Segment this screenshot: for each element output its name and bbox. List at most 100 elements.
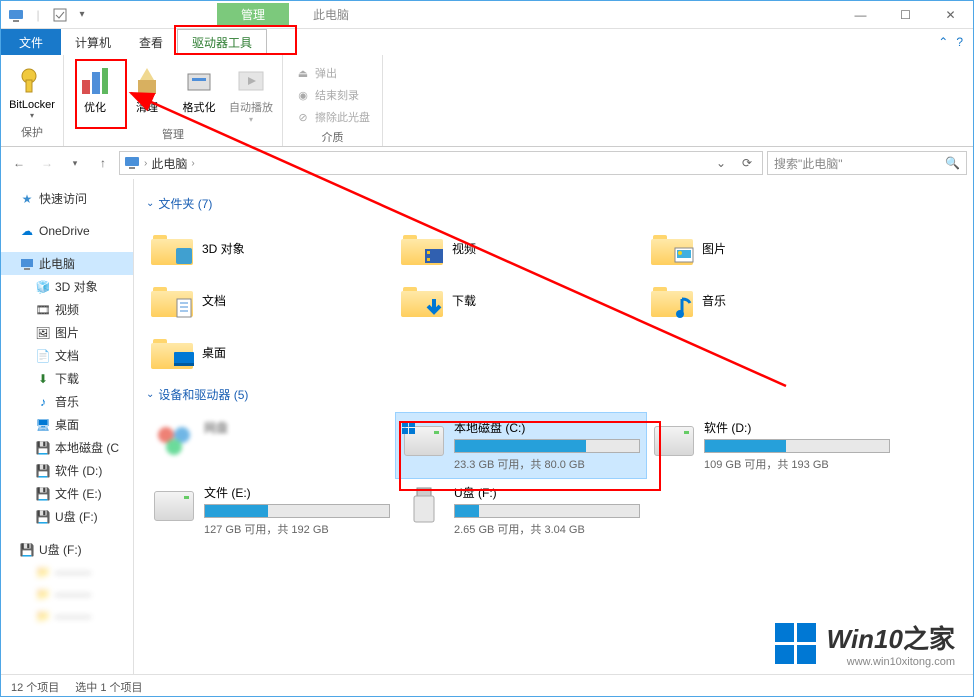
folder-icon	[650, 278, 694, 322]
folder-downloads[interactable]: 下载	[396, 274, 646, 326]
nav-item-blur3[interactable]: 📁———	[1, 605, 133, 627]
tab-computer[interactable]: 计算机	[61, 29, 125, 55]
cube-icon: 🧊	[35, 279, 51, 295]
drive-status: 2.65 GB 可用，共 3.04 GB	[454, 521, 640, 537]
ribbon-help2-icon[interactable]: ?	[956, 35, 963, 49]
folder-desktop[interactable]: 桌面	[146, 326, 396, 378]
music-icon: ♪	[35, 394, 51, 410]
nav-quick-access[interactable]: ★快速访问	[1, 187, 133, 210]
drive-icon	[402, 419, 446, 463]
address-dropdown[interactable]: ⌄	[710, 156, 732, 170]
autoplay-button[interactable]: 自动播放 ▾	[228, 59, 274, 124]
nav-item-blur1[interactable]: 📁———	[1, 561, 133, 583]
ribbon-help-icon[interactable]: ⌃	[938, 35, 948, 49]
nav-music[interactable]: ♪音乐	[1, 390, 133, 413]
bitlocker-button[interactable]: BitLocker ▾	[9, 59, 55, 120]
ribbon-tabs: 文件 计算机 查看 驱动器工具 ⌃ ?	[1, 29, 973, 55]
address-box[interactable]: › 此电脑 › ⌄ ⟳	[119, 151, 763, 175]
folder-icon	[400, 226, 444, 270]
folder-icon	[150, 278, 194, 322]
tab-view[interactable]: 查看	[125, 29, 177, 55]
picture-icon: 🖼	[35, 325, 51, 341]
eject-button[interactable]: ⏏弹出	[291, 63, 374, 83]
forward-button[interactable]: →	[35, 151, 59, 175]
cleanup-label: 清理	[136, 99, 158, 115]
ribbon-body: BitLocker ▾ 保护 优化 清理 格式化 自动播放 ▾	[1, 55, 973, 147]
nav-3d-objects[interactable]: 🧊3D 对象	[1, 275, 133, 298]
nav-ddrive[interactable]: 💾软件 (D:)	[1, 459, 133, 482]
nav-label: 本地磁盘 (C	[55, 439, 119, 456]
format-button[interactable]: 格式化	[176, 59, 222, 115]
drive-d[interactable]: 软件 (D:) 109 GB 可用，共 193 GB	[646, 413, 896, 478]
ribbon-group-media: ⏏弹出 ◉结束刻录 ⊘擦除此光盘 介质	[283, 55, 383, 146]
nav-videos[interactable]: 🎞视频	[1, 298, 133, 321]
up-button[interactable]: ↑	[91, 151, 115, 175]
optimize-button[interactable]: 优化	[72, 59, 118, 115]
drive-usage-bar	[204, 504, 390, 518]
erase-disc-button[interactable]: ⊘擦除此光盘	[291, 107, 374, 127]
minimize-button[interactable]: —	[838, 1, 883, 29]
drive-icon	[652, 419, 696, 463]
navigation-pane[interactable]: ★快速访问 ☁OneDrive 此电脑 🧊3D 对象 🎞视频 🖼图片 📄文档 ⬇…	[1, 179, 134, 674]
breadcrumb-thispc[interactable]: 此电脑	[151, 155, 187, 172]
cleanup-icon	[131, 65, 163, 97]
nav-pictures[interactable]: 🖼图片	[1, 321, 133, 344]
nav-item-blur2[interactable]: 📁———	[1, 583, 133, 605]
document-icon: 📄	[35, 348, 51, 364]
drive-icon: 💾	[35, 463, 51, 479]
nav-label: 软件 (D:)	[55, 462, 102, 479]
nav-fdrive-root[interactable]: 💾U盘 (F:)	[1, 538, 133, 561]
content-pane[interactable]: ⌄文件夹 (7) 3D 对象 视频 图片 文档 下载 音乐 桌面 ⌄设备和驱动器…	[134, 179, 973, 674]
nav-downloads[interactable]: ⬇下载	[1, 367, 133, 390]
folder-pictures[interactable]: 图片	[646, 222, 896, 274]
nav-documents[interactable]: 📄文档	[1, 344, 133, 367]
drive-e[interactable]: 文件 (E:) 127 GB 可用，共 192 GB	[146, 478, 396, 543]
nav-label: OneDrive	[39, 224, 90, 238]
drive-f[interactable]: U盘 (F:) 2.65 GB 可用，共 3.04 GB	[396, 478, 646, 543]
title-bar: | ▾ 管理 此电脑 — ☐ ✕	[1, 1, 973, 29]
recent-button[interactable]: ▾	[63, 151, 87, 175]
video-icon: 🎞	[35, 302, 51, 318]
nav-fdrive[interactable]: 💾U盘 (F:)	[1, 505, 133, 528]
tab-drive-tools[interactable]: 驱动器工具	[177, 29, 267, 55]
drive-name: 软件 (D:)	[704, 419, 890, 436]
folder-3d-objects[interactable]: 3D 对象	[146, 222, 396, 274]
maximize-button[interactable]: ☐	[883, 1, 928, 29]
nav-label: 下载	[55, 370, 79, 387]
search-box[interactable]: 搜索"此电脑" 🔍	[767, 151, 967, 175]
finish-burn-button[interactable]: ◉结束刻录	[291, 85, 374, 105]
drive-status: 127 GB 可用，共 192 GB	[204, 521, 390, 537]
back-button[interactable]: ←	[7, 151, 31, 175]
nav-label: 音乐	[55, 393, 79, 410]
cleanup-button[interactable]: 清理	[124, 59, 170, 115]
folder-music[interactable]: 音乐	[646, 274, 896, 326]
folder-name: 3D 对象	[202, 240, 245, 257]
nav-onedrive[interactable]: ☁OneDrive	[1, 220, 133, 242]
context-tab-manage[interactable]: 管理	[217, 3, 289, 26]
nav-desktop[interactable]: 🖥桌面	[1, 413, 133, 436]
tab-file[interactable]: 文件	[1, 29, 61, 55]
optimize-label: 优化	[84, 99, 106, 115]
refresh-button[interactable]: ⟳	[736, 156, 758, 170]
pc-icon	[7, 6, 25, 24]
drive-netdisk[interactable]: 网盘	[146, 413, 396, 478]
chevron-right-icon[interactable]: ›	[144, 158, 147, 169]
dropdown-icon[interactable]: ▾	[73, 6, 91, 24]
nav-label: 视频	[55, 301, 79, 318]
nav-cdrive[interactable]: 💾本地磁盘 (C	[1, 436, 133, 459]
folder-name: 下载	[452, 292, 476, 309]
folder-documents[interactable]: 文档	[146, 274, 396, 326]
folder-name: 音乐	[702, 292, 726, 309]
checkbox-icon[interactable]	[51, 6, 69, 24]
search-icon[interactable]: 🔍	[945, 156, 960, 170]
group-header-drives[interactable]: ⌄设备和驱动器 (5)	[146, 386, 961, 403]
nav-this-pc[interactable]: 此电脑	[1, 252, 133, 275]
folder-videos[interactable]: 视频	[396, 222, 646, 274]
drive-usage-bar	[454, 504, 640, 518]
close-button[interactable]: ✕	[928, 1, 973, 29]
chevron-right-icon[interactable]: ›	[191, 158, 194, 169]
nav-label: 文件 (E:)	[55, 485, 102, 502]
group-header-folders[interactable]: ⌄文件夹 (7)	[146, 195, 961, 212]
nav-edrive[interactable]: 💾文件 (E:)	[1, 482, 133, 505]
drive-c[interactable]: 本地磁盘 (C:) 23.3 GB 可用，共 80.0 GB	[396, 413, 646, 478]
